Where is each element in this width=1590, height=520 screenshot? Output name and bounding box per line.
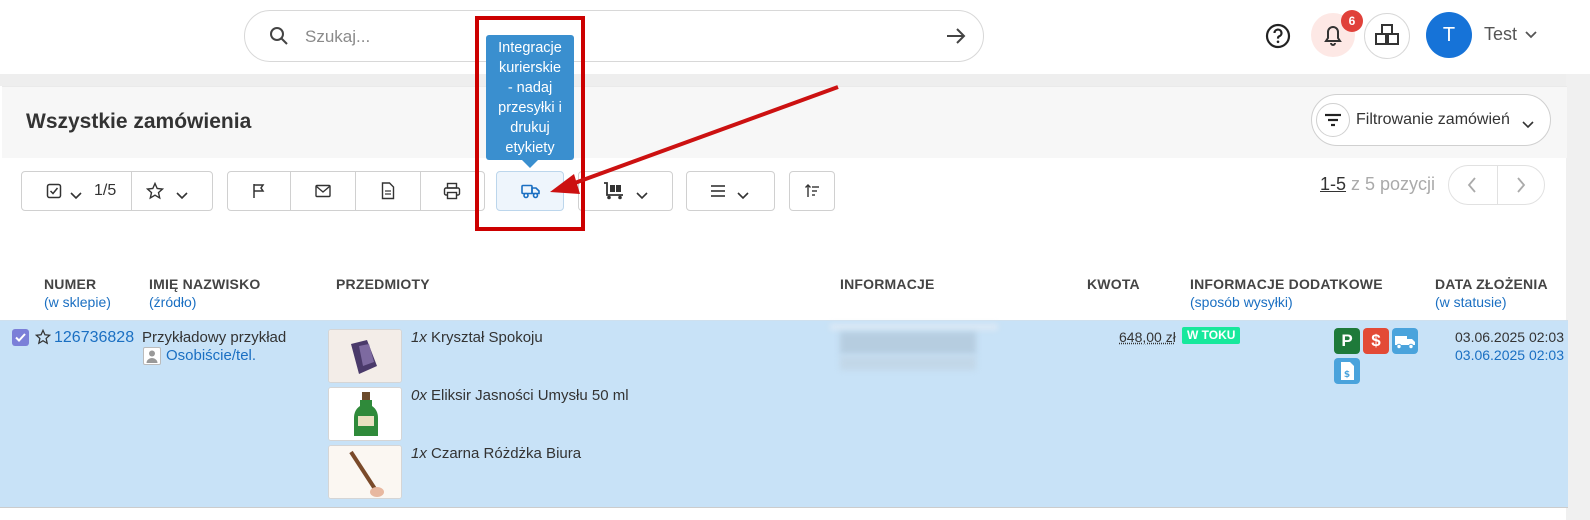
date-status: 03.06.2025 02:03	[1455, 347, 1564, 363]
status-badge: W TOKU	[1182, 327, 1241, 344]
payment-flag-badge: $	[1363, 328, 1389, 354]
item-quantity: 0x	[411, 387, 427, 404]
item-name: Czarna Różdżka Biura	[426, 445, 582, 462]
column-header-number[interactable]: NUMER	[44, 276, 96, 292]
column-header-additional[interactable]: INFORMACJE DODATKOWE	[1190, 276, 1383, 292]
invoice-document-icon: $	[1334, 358, 1360, 384]
customer-name: Przykładowy przykład	[142, 329, 287, 346]
star-icon[interactable]	[34, 328, 52, 350]
column-header-date[interactable]: DATA ZŁOŻENIA	[1435, 276, 1548, 292]
blurred-info	[830, 324, 998, 330]
person-icon	[143, 347, 161, 365]
item-name: Eliksir Jasności Umysłu 50 ml	[426, 387, 629, 404]
order-item: 1x Czarna Różdżka Biura	[411, 445, 581, 462]
item-quantity: 1x	[411, 445, 427, 462]
row-checkbox[interactable]	[12, 329, 29, 346]
column-subheader-name: (źródło)	[149, 294, 197, 310]
column-subheader-additional: (sposób wysyłki)	[1190, 294, 1293, 310]
column-subheader-date: (w statusie)	[1435, 294, 1507, 310]
svg-text:$: $	[1344, 370, 1350, 380]
product-thumbnail[interactable]	[328, 445, 402, 499]
date-created: 03.06.2025 02:03	[1455, 329, 1564, 345]
order-item: 1x Kryształ Spokoju	[411, 329, 543, 346]
item-name: Kryształ Spokoju	[426, 329, 543, 346]
order-source-link[interactable]: Osobiście/tel.	[166, 347, 256, 364]
order-item: 0x Eliksir Jasności Umysłu 50 ml	[411, 387, 629, 404]
order-amount: 648,00 zł	[1119, 329, 1176, 345]
order-number-link[interactable]: 126736828	[54, 329, 134, 347]
product-thumbnail[interactable]	[328, 329, 402, 383]
column-header-name[interactable]: IMIĘ NAZWISKO	[149, 276, 260, 292]
checkmark-icon	[15, 333, 26, 342]
column-subheader-number: (w sklepie)	[44, 294, 111, 310]
column-header-info[interactable]: INFORMACJE	[840, 276, 935, 292]
paid-flag-badge: P	[1334, 328, 1360, 354]
product-thumbnail[interactable]	[328, 387, 402, 441]
item-quantity: 1x	[411, 329, 427, 346]
blurred-info	[840, 332, 976, 354]
column-header-amount[interactable]: KWOTA	[1087, 276, 1140, 292]
delivery-truck-icon	[1392, 328, 1418, 354]
row-divider	[0, 507, 1568, 508]
column-header-items[interactable]: PRZEDMIOTY	[336, 276, 430, 292]
blurred-info	[840, 356, 976, 370]
